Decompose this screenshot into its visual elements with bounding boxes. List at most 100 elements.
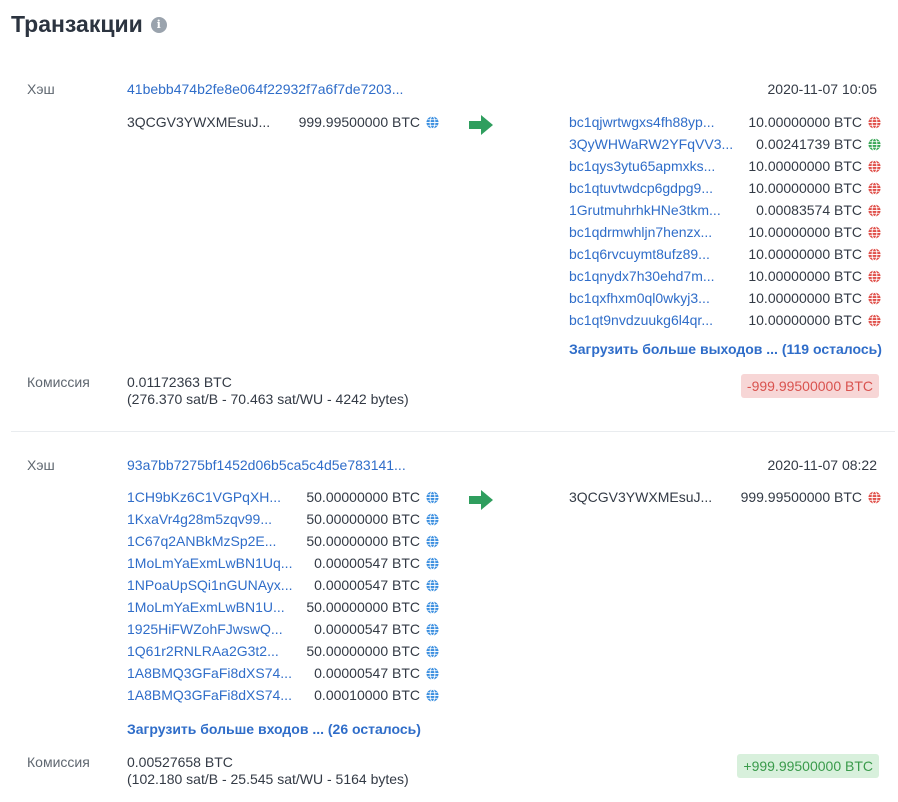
output-address[interactable]: bc1qxfhxm0ql0wkyj3...: [569, 290, 710, 306]
transaction-time: 2020-11-07 10:05: [767, 81, 878, 97]
output-row: 3QCGV3YWXMEsuJ... 999.99500000 BTC: [569, 486, 881, 508]
output-row: 1GrutmuhrhkHNe3tkm... 0.00083574 BTC: [569, 199, 881, 221]
output-row: bc1qnydx7h30ehd7m... 10.00000000 BTC: [569, 265, 881, 287]
output-amount: 10.00000000 BTC: [748, 114, 862, 130]
globe-icon[interactable]: [868, 225, 881, 239]
fee-label: Комиссия: [27, 754, 90, 770]
page-title: Транзакции i: [11, 11, 167, 38]
input-row: 1MoLmYaExmLwBN1Uq... 0.00000547 BTC: [127, 552, 439, 574]
output-address[interactable]: 3QyWHWaRW2YFqVV3...: [569, 136, 733, 152]
globe-icon[interactable]: [868, 490, 881, 504]
input-address[interactable]: 1NPoaUpSQi1nGUNAyx...: [127, 577, 292, 593]
globe-icon[interactable]: [426, 666, 439, 680]
input-amount: 50.00000000 BTC: [306, 599, 420, 615]
globe-icon[interactable]: [426, 644, 439, 658]
globe-icon[interactable]: [868, 269, 881, 283]
output-address[interactable]: bc1qtuvtwdcp6gdpg9...: [569, 180, 713, 196]
input-address[interactable]: 1KxaVr4g28m5zqv99...: [127, 511, 272, 527]
output-address[interactable]: bc1qt9nvdzuukg6l4qr...: [569, 312, 713, 328]
output-address[interactable]: bc1qnydx7h30ehd7m...: [569, 268, 715, 284]
output-row: 3QyWHWaRW2YFqVV3... 0.00241739 BTC: [569, 133, 881, 155]
input-row: 1NPoaUpSQi1nGUNAyx... 0.00000547 BTC: [127, 574, 439, 596]
fee-amount: 0.01172363 BTC: [127, 374, 232, 390]
output-amount: 0.00241739 BTC: [756, 136, 862, 152]
page-title-text: Транзакции: [11, 11, 143, 37]
input-row: 1CH9bKz6C1VGPqXH... 50.00000000 BTC: [127, 486, 439, 508]
input-amount: 0.00000547 BTC: [314, 621, 420, 637]
input-amount: 999.99500000 BTC: [298, 114, 420, 130]
input-row: 1925HiFWZohFJwswQ... 0.00000547 BTC: [127, 618, 439, 640]
arrow-right-icon: [469, 115, 493, 135]
input-address[interactable]: 1MoLmYaExmLwBN1U...: [127, 599, 285, 615]
input-row: 1A8BMQ3GFaFi8dXS74... 0.00000547 BTC: [127, 662, 439, 684]
fee-detail: (102.180 sat/B - 25.545 sat/WU - 5164 by…: [127, 771, 409, 787]
output-row: bc1qjwrtwgxs4fh88yp... 10.00000000 BTC: [569, 111, 881, 133]
globe-icon[interactable]: [426, 622, 439, 636]
input-amount: 0.00000547 BTC: [314, 665, 420, 681]
input-row: 1A8BMQ3GFaFi8dXS74... 0.00010000 BTC: [127, 684, 439, 706]
output-row: bc1qt9nvdzuukg6l4qr... 10.00000000 BTC: [569, 309, 881, 331]
output-address[interactable]: bc1qjwrtwgxs4fh88yp...: [569, 114, 715, 130]
fee-amount: 0.00527658 BTC: [127, 754, 233, 770]
output-amount: 10.00000000 BTC: [748, 158, 862, 174]
input-address[interactable]: 1MoLmYaExmLwBN1Uq...: [127, 555, 292, 571]
load-more-inputs-link[interactable]: Загрузить больше входов ... (26 осталось…: [127, 721, 421, 737]
output-amount: 10.00000000 BTC: [748, 312, 862, 328]
input-address[interactable]: 1C67q2ANBkMzSp2E...: [127, 533, 276, 549]
fee-value: 0.01172363 BTC (276.370 sat/B - 70.463 s…: [127, 374, 409, 408]
hash-label: Хэш: [27, 81, 55, 97]
output-address[interactable]: bc1q6rvcuymt8ufz89...: [569, 246, 710, 262]
divider: [11, 431, 895, 432]
input-row: 3QCGV3YWXMEsuJ... 999.99500000 BTC: [127, 111, 439, 133]
globe-icon[interactable]: [868, 291, 881, 305]
load-more-outputs-link[interactable]: Загрузить больше выходов ... (119 остало…: [569, 341, 882, 357]
input-row: 1KxaVr4g28m5zqv99... 50.00000000 BTC: [127, 508, 439, 530]
globe-icon[interactable]: [868, 203, 881, 217]
output-address[interactable]: bc1qdrmwhljn7henzx...: [569, 224, 712, 240]
transaction-time: 2020-11-07 08:22: [767, 457, 878, 473]
input-address[interactable]: 1A8BMQ3GFaFi8dXS74...: [127, 665, 292, 681]
output-row: bc1qys3ytu65apmxks... 10.00000000 BTC: [569, 155, 881, 177]
input-amount: 50.00000000 BTC: [306, 511, 420, 527]
globe-icon[interactable]: [426, 688, 439, 702]
net-amount-badge: -999.99500000 BTC: [740, 374, 879, 398]
globe-icon[interactable]: [426, 115, 439, 129]
globe-icon[interactable]: [426, 512, 439, 526]
input-amount: 0.00000547 BTC: [314, 577, 420, 593]
globe-icon[interactable]: [868, 137, 881, 151]
output-row: bc1qtuvtwdcp6gdpg9... 10.00000000 BTC: [569, 177, 881, 199]
output-row: bc1qdrmwhljn7henzx... 10.00000000 BTC: [569, 221, 881, 243]
input-address[interactable]: 3QCGV3YWXMEsuJ...: [127, 114, 270, 130]
input-address[interactable]: 1Q61r2RNLRAa2G3t2...: [127, 643, 279, 659]
input-address[interactable]: 1A8BMQ3GFaFi8dXS74...: [127, 687, 292, 703]
input-amount: 0.00000547 BTC: [314, 555, 420, 571]
globe-icon[interactable]: [426, 490, 439, 504]
input-amount: 50.00000000 BTC: [306, 533, 420, 549]
globe-icon[interactable]: [868, 115, 881, 129]
globe-icon[interactable]: [426, 556, 439, 570]
hash-label: Хэш: [27, 457, 55, 473]
transaction-hash-link[interactable]: 41bebb474b2fe8e064f22932f7a6f7de7203...: [127, 81, 403, 97]
output-address[interactable]: bc1qys3ytu65apmxks...: [569, 158, 715, 174]
output-address[interactable]: 3QCGV3YWXMEsuJ...: [569, 489, 712, 505]
transaction-hash-link[interactable]: 93a7bb7275bf1452d06b5ca5c4d5e783141...: [127, 457, 406, 473]
output-amount: 10.00000000 BTC: [748, 224, 862, 240]
globe-icon[interactable]: [426, 578, 439, 592]
input-address[interactable]: 1CH9bKz6C1VGPqXH...: [127, 489, 281, 505]
input-amount: 50.00000000 BTC: [306, 489, 420, 505]
output-amount: 10.00000000 BTC: [748, 268, 862, 284]
input-row: 1MoLmYaExmLwBN1U... 50.00000000 BTC: [127, 596, 439, 618]
output-amount: 10.00000000 BTC: [748, 180, 862, 196]
output-amount: 10.00000000 BTC: [748, 246, 862, 262]
globe-icon[interactable]: [868, 181, 881, 195]
output-address[interactable]: 1GrutmuhrhkHNe3tkm...: [569, 202, 721, 218]
input-address[interactable]: 1925HiFWZohFJwswQ...: [127, 621, 283, 637]
info-icon[interactable]: i: [150, 16, 167, 33]
globe-icon[interactable]: [868, 247, 881, 261]
fee-value: 0.00527658 BTC (102.180 sat/B - 25.545 s…: [127, 754, 409, 788]
globe-icon[interactable]: [426, 600, 439, 614]
globe-icon[interactable]: [868, 159, 881, 173]
globe-icon[interactable]: [426, 534, 439, 548]
output-row: bc1qxfhxm0ql0wkyj3... 10.00000000 BTC: [569, 287, 881, 309]
globe-icon[interactable]: [868, 313, 881, 327]
